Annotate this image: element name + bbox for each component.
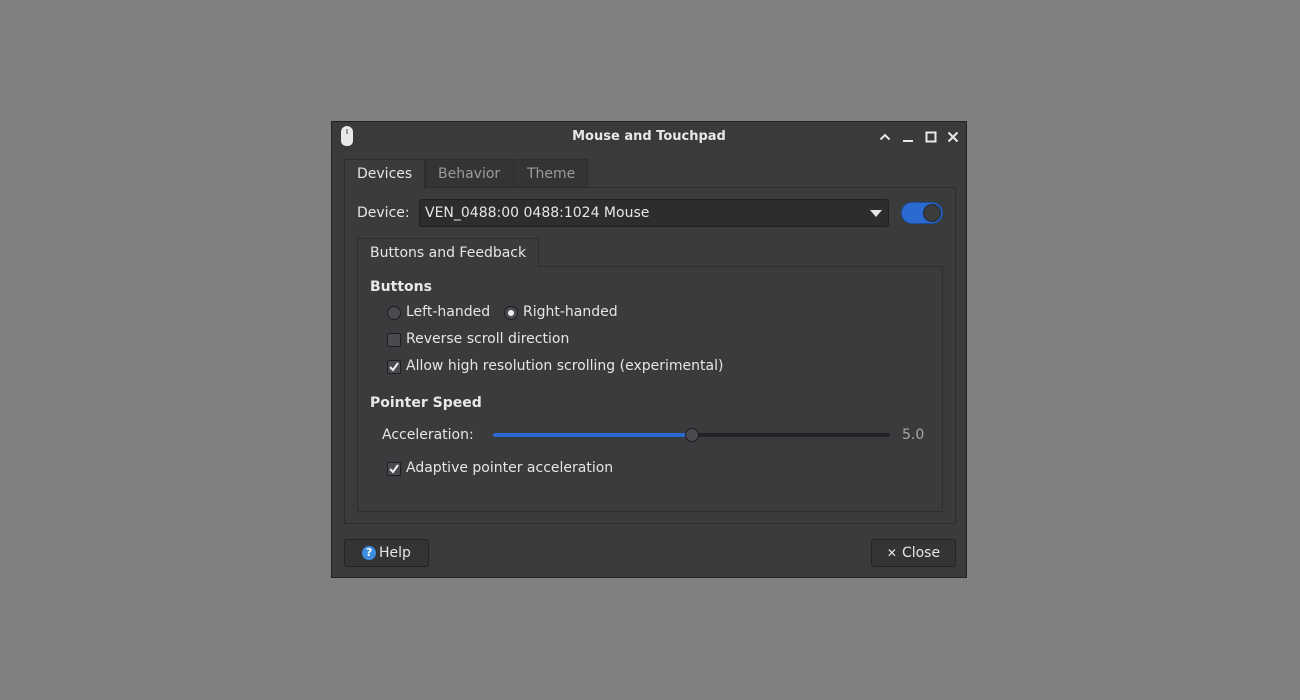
high-res-scroll-option[interactable]: Allow high resolution scrolling (experim… [387,358,723,375]
tab-buttons-and-feedback[interactable]: Buttons and Feedback [357,238,540,267]
left-handed-radio[interactable] [387,305,401,320]
adaptive-accel-checkbox[interactable] [387,461,401,476]
left-handed-label: Left-handed [406,304,491,320]
close-button-label: Close [901,545,941,561]
acceleration-label: Acceleration: [382,427,474,443]
acceleration-value: 5.0 [902,427,925,443]
shade-icon[interactable] [877,129,893,145]
help-button[interactable]: ? Help [344,539,429,567]
tab-theme[interactable]: Theme [514,159,589,188]
tab-devices[interactable]: Devices [344,159,426,189]
chevron-down-icon [870,210,882,217]
close-x-icon: ✕ [886,546,897,560]
device-select[interactable]: VEN_0488:00 0488:1024 Mouse [419,199,889,227]
help-button-label: Help [379,545,411,561]
mouse-touchpad-dialog: Mouse and Touchpad Devices Behavior Them… [331,121,967,578]
right-handed-label: Right-handed [523,304,618,320]
checkmark-icon [389,463,399,474]
device-select-value: VEN_0488:00 0488:1024 Mouse [425,205,650,221]
buttons-section-title: Buttons [370,279,432,295]
acceleration-slider-handle[interactable] [684,428,699,442]
window-title: Mouse and Touchpad [572,129,726,144]
maximize-icon[interactable] [923,129,939,145]
device-enable-switch[interactable] [901,202,943,224]
pointer-speed-section-title: Pointer Speed [370,395,482,411]
acceleration-slider-fill [493,433,692,437]
high-res-scroll-checkbox[interactable] [387,359,401,374]
adaptive-accel-option[interactable]: Adaptive pointer acceleration [387,460,613,477]
tab-behavior[interactable]: Behavior [425,159,514,188]
help-icon: ? [362,546,377,560]
close-button[interactable]: ✕ Close [871,539,956,567]
high-res-scroll-label: Allow high resolution scrolling (experim… [406,358,724,374]
reverse-scroll-checkbox[interactable] [387,332,401,347]
reverse-scroll-label: Reverse scroll direction [406,331,570,347]
device-label: Device: [357,205,410,221]
titlebar[interactable]: Mouse and Touchpad [332,122,966,152]
right-handed-radio[interactable] [504,305,518,320]
reverse-scroll-option[interactable]: Reverse scroll direction [387,331,569,348]
checkmark-icon [389,361,399,372]
minimize-icon[interactable] [900,129,916,145]
right-handed-option[interactable]: Right-handed [504,304,618,321]
left-handed-option[interactable]: Left-handed [387,304,490,321]
close-icon[interactable] [945,129,961,145]
switch-knob [923,204,941,222]
adaptive-accel-label: Adaptive pointer acceleration [406,460,614,476]
